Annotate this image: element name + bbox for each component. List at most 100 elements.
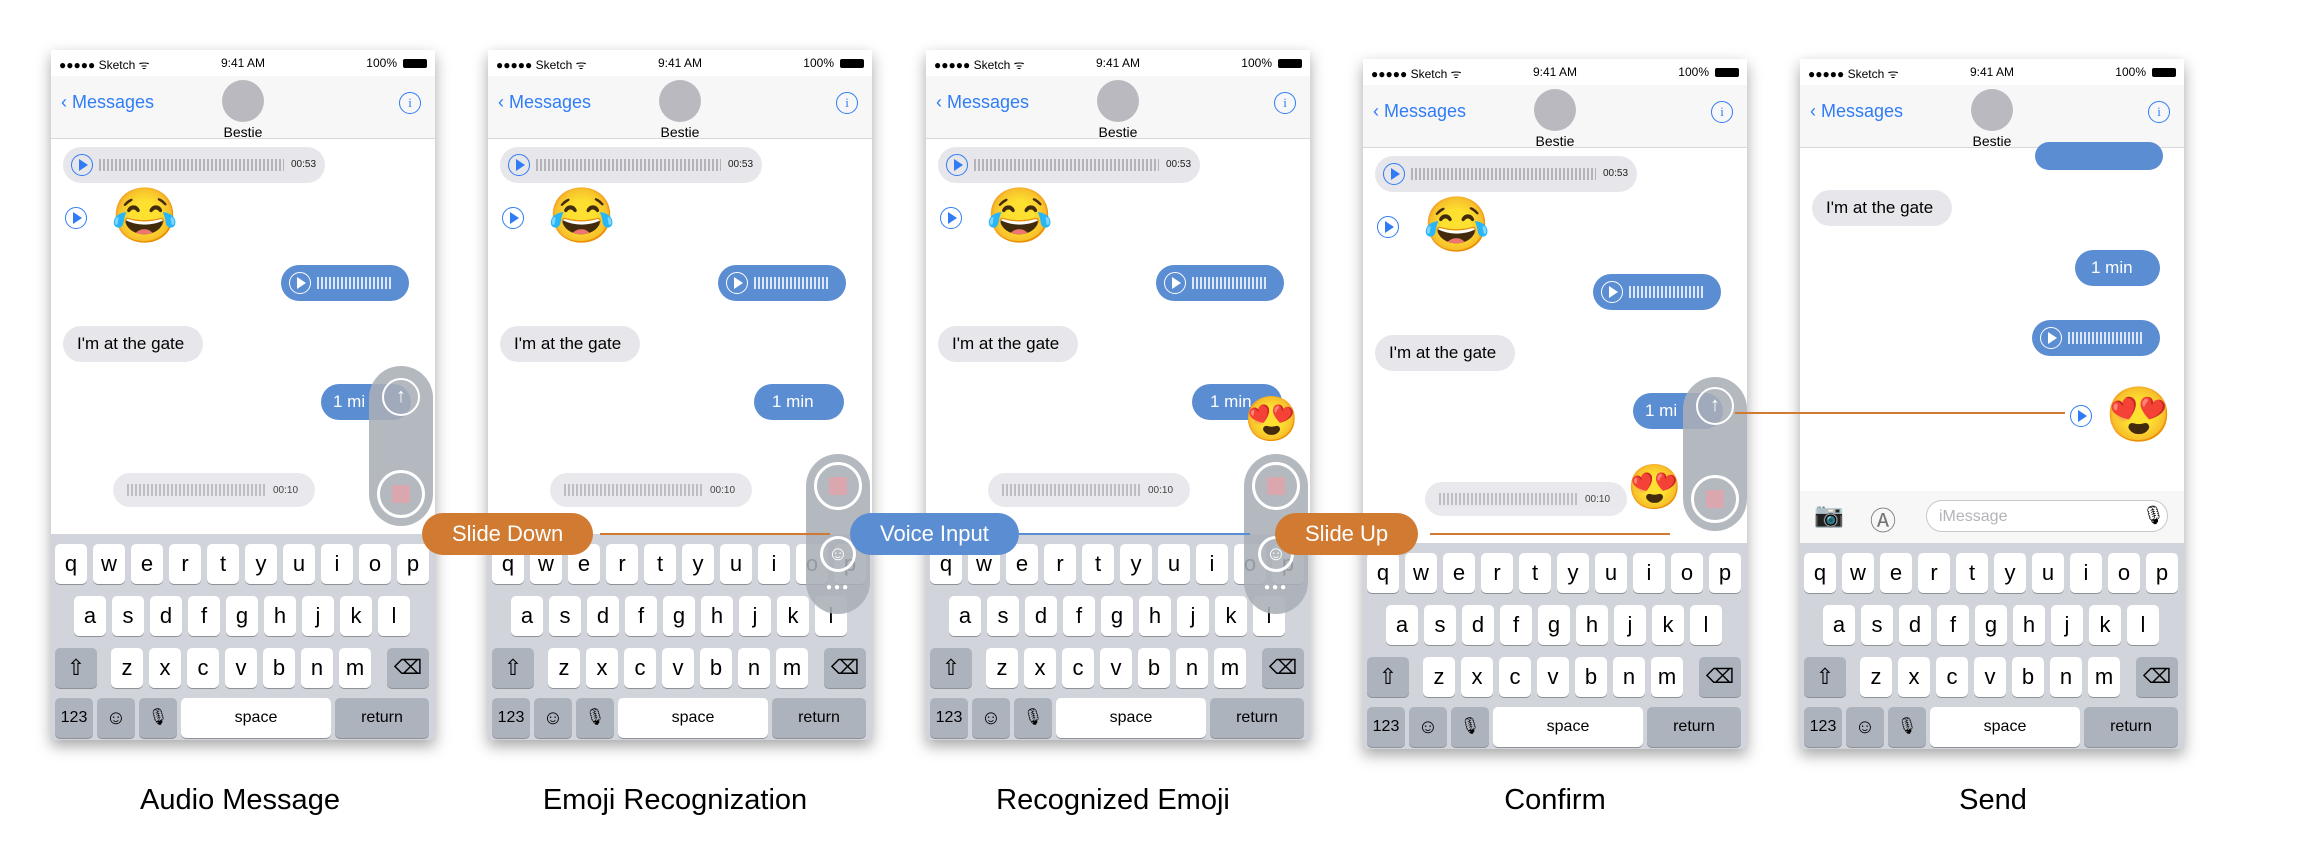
key-z[interactable]: z [986,648,1018,688]
play-icon[interactable] [940,207,962,229]
key-d[interactable]: d [150,596,182,636]
key-n[interactable]: n [738,648,770,688]
delete-key[interactable]: ⌫ [2136,657,2178,697]
imessage-input[interactable]: iMessage [1926,500,2168,532]
key-u[interactable]: u [1595,553,1627,593]
sent-text-bubble[interactable]: 1 min [754,384,844,420]
avatar[interactable] [222,80,264,122]
key-r[interactable]: r [606,544,638,584]
key-n[interactable]: n [1176,648,1208,688]
emoji-key[interactable]: ☺ [1846,707,1884,747]
sent-audio-bubble[interactable] [2032,320,2160,356]
key-o[interactable]: o [359,544,391,584]
key-t[interactable]: t [1519,553,1551,593]
sent-audio-bubble[interactable] [281,265,409,301]
key-y[interactable]: y [1557,553,1589,593]
key-s[interactable]: s [112,596,144,636]
key-b[interactable]: b [700,648,732,688]
key-h[interactable]: h [701,596,733,636]
key-e[interactable]: e [1443,553,1475,593]
play-icon[interactable] [1601,281,1623,303]
key-b[interactable]: b [1575,657,1607,697]
key-n[interactable]: n [1613,657,1645,697]
key-h[interactable]: h [1139,596,1171,636]
key-m[interactable]: m [1651,657,1683,697]
key-b[interactable]: b [263,648,295,688]
key-g[interactable]: g [1101,596,1133,636]
key-x[interactable]: x [1898,657,1930,697]
key-q[interactable]: q [1804,553,1836,593]
record-stop-icon[interactable] [1252,462,1300,510]
key-i[interactable]: i [321,544,353,584]
key-x[interactable]: x [586,648,618,688]
emoji-key[interactable]: ☺ [1409,707,1447,747]
key-v[interactable]: v [1100,648,1132,688]
space-key[interactable]: space [1056,698,1206,738]
key-r[interactable]: r [169,544,201,584]
key-j[interactable]: j [2051,605,2083,645]
numbers-key[interactable]: 123 [930,698,968,738]
key-x[interactable]: x [1461,657,1493,697]
received-text-bubble[interactable]: I'm at the gate [63,326,203,362]
back-button[interactable]: ‹ Messages [1373,101,1466,122]
key-d[interactable]: d [1462,605,1494,645]
key-x[interactable]: x [1024,648,1056,688]
send-bubble-icon[interactable]: ↑ [1696,387,1734,425]
shift-key[interactable]: ⇧ [55,648,97,688]
key-k[interactable]: k [1215,596,1247,636]
key-f[interactable]: f [1937,605,1969,645]
shift-key[interactable]: ⇧ [1804,657,1846,697]
key-n[interactable]: n [2050,657,2082,697]
key-j[interactable]: j [739,596,771,636]
key-f[interactable]: f [188,596,220,636]
received-text-bubble[interactable]: I'm at the gate [500,326,640,362]
play-icon[interactable] [1377,216,1399,238]
avatar[interactable] [1971,89,2013,131]
shift-key[interactable]: ⇧ [492,648,534,688]
play-icon[interactable] [2040,327,2062,349]
key-a[interactable]: a [949,596,981,636]
play-icon[interactable] [2070,405,2092,427]
emoji-key[interactable]: ☺ [972,698,1010,738]
key-u[interactable]: u [1158,544,1190,584]
key-w[interactable]: w [1842,553,1874,593]
shift-key[interactable]: ⇧ [1367,657,1409,697]
key-a[interactable]: a [74,596,106,636]
key-w[interactable]: w [1405,553,1437,593]
key-p[interactable]: p [1709,553,1741,593]
back-button[interactable]: ‹ Messages [1810,101,1903,122]
back-button[interactable]: ‹ Messages [936,92,1029,113]
key-d[interactable]: d [1899,605,1931,645]
record-stop-icon[interactable] [814,462,862,510]
sent-audio-bubble[interactable] [1593,274,1721,310]
key-f[interactable]: f [625,596,657,636]
record-stop-icon[interactable] [1691,475,1739,523]
key-l[interactable]: l [1690,605,1722,645]
key-i[interactable]: i [1633,553,1665,593]
audio-message-bubble[interactable]: 00:53 [500,147,762,183]
key-k[interactable]: k [2089,605,2121,645]
avatar[interactable] [1097,80,1139,122]
key-m[interactable]: m [776,648,808,688]
key-f[interactable]: f [1063,596,1095,636]
numbers-key[interactable]: 123 [492,698,530,738]
key-g[interactable]: g [663,596,695,636]
key-r[interactable]: r [1481,553,1513,593]
return-key[interactable]: return [1210,698,1304,738]
key-v[interactable]: v [1974,657,2006,697]
record-stop-icon[interactable] [377,470,425,518]
key-y[interactable]: y [1120,544,1152,584]
audio-message-bubble[interactable]: 00:53 [63,147,325,183]
key-c[interactable]: c [624,648,656,688]
key-e[interactable]: e [131,544,163,584]
dictation-key[interactable]: 🎙 [1014,698,1052,738]
key-c[interactable]: c [187,648,219,688]
key-q[interactable]: q [55,544,87,584]
key-s[interactable]: s [1861,605,1893,645]
info-icon[interactable]: i [1274,92,1296,114]
key-g[interactable]: g [1538,605,1570,645]
dictation-key[interactable]: 🎙 [139,698,177,738]
key-c[interactable]: c [1936,657,1968,697]
key-z[interactable]: z [1860,657,1892,697]
received-text-bubble[interactable]: I'm at the gate [938,326,1078,362]
